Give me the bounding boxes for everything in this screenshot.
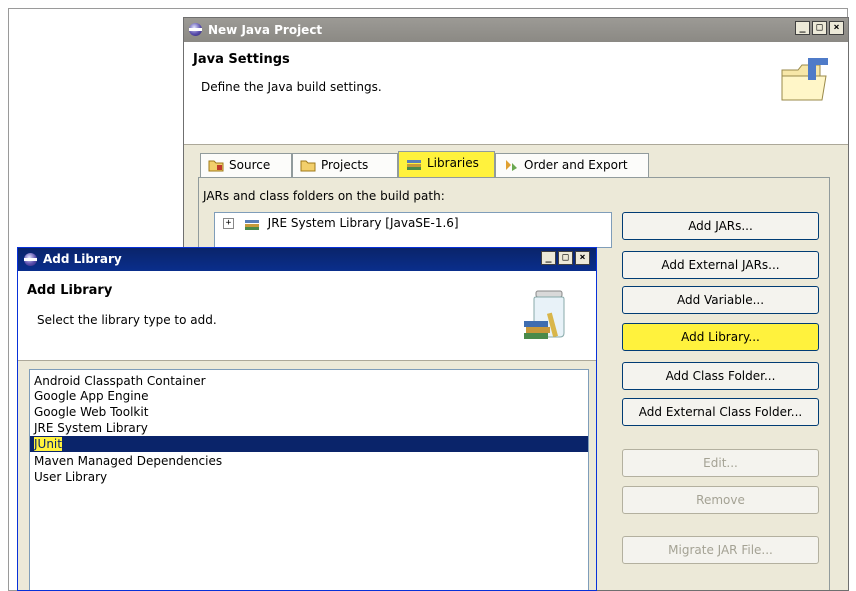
source-folder-icon [208, 160, 224, 172]
list-item[interactable]: Maven Managed Dependencies [34, 453, 588, 469]
list-item[interactable]: JRE System Library [34, 420, 588, 436]
list-item[interactable]: Android Classpath Container [34, 373, 588, 389]
library-type-list[interactable]: Android Classpath Container Google App E… [29, 369, 589, 590]
maximize-button[interactable]: □ [812, 21, 827, 35]
tab-projects[interactable]: Projects [292, 153, 398, 177]
page-title: Java Settings [193, 52, 290, 67]
dialog-description: Select the library type to add. [37, 313, 217, 327]
build-path-label: JARs and class folders on the build path… [203, 189, 445, 203]
eclipse-icon [189, 23, 202, 36]
tree-item-jre-system-library[interactable]: + JRE System Library [JavaSE-1.6] [223, 216, 459, 230]
edit-button[interactable]: Edit... [622, 449, 819, 477]
window-controls: _ □ × [541, 251, 590, 265]
maximize-button[interactable]: □ [558, 251, 573, 265]
add-jars-button[interactable]: Add JARs... [622, 212, 819, 240]
dialog-header: Add Library Select the library type to a… [18, 271, 596, 361]
java-project-folder-icon [781, 58, 828, 101]
tree-item-label: JRE System Library [JavaSE-1.6] [267, 216, 459, 230]
add-external-jars-button[interactable]: Add External JARs... [622, 251, 819, 279]
list-item[interactable]: Google App Engine [34, 388, 588, 404]
dialog-heading: Add Library [27, 283, 113, 298]
list-item[interactable]: Google Web Toolkit [34, 404, 588, 420]
library-icon [244, 219, 259, 230]
title-bar[interactable]: Add Library _ □ × [18, 248, 596, 271]
projects-folder-icon [300, 160, 316, 172]
order-export-icon [506, 160, 517, 171]
expand-toggle-icon[interactable]: + [223, 218, 234, 229]
tab-label: Projects [321, 158, 369, 172]
add-class-folder-button[interactable]: Add Class Folder... [622, 362, 819, 390]
migrate-jar-file-button[interactable]: Migrate JAR File... [622, 536, 819, 564]
list-item-label: JUnit [34, 437, 62, 451]
minimize-button[interactable]: _ [541, 251, 556, 265]
tab-label: Order and Export [524, 158, 628, 172]
minimize-button[interactable]: _ [795, 21, 810, 35]
tab-order-and-export[interactable]: Order and Export [495, 153, 649, 177]
library-jar-icon [524, 290, 565, 339]
libraries-icon [407, 160, 421, 170]
tab-label: Source [229, 158, 271, 172]
list-item-selected[interactable]: JUnit [30, 436, 588, 452]
tab-source[interactable]: Source [200, 153, 292, 177]
tab-label: Libraries [427, 156, 479, 170]
tab-libraries[interactable]: Libraries [398, 151, 495, 177]
list-item[interactable]: User Library [34, 469, 588, 485]
remove-button[interactable]: Remove [622, 486, 819, 514]
eclipse-icon [24, 253, 37, 266]
add-library-button[interactable]: Add Library... [622, 323, 819, 351]
dialog-title: Add Library [43, 252, 122, 266]
wizard-header: Java Settings Define the Java build sett… [184, 42, 848, 145]
add-variable-button[interactable]: Add Variable... [622, 286, 819, 314]
close-button[interactable]: × [575, 251, 590, 265]
window-controls: _ □ × [795, 21, 844, 35]
page-description: Define the Java build settings. [201, 80, 382, 94]
build-path-tree[interactable]: + JRE System Library [JavaSE-1.6] [214, 212, 612, 248]
title-bar[interactable]: New Java Project _ □ × [184, 18, 848, 42]
close-button[interactable]: × [829, 21, 844, 35]
window-title: New Java Project [208, 23, 323, 37]
add-external-class-folder-button[interactable]: Add External Class Folder... [622, 398, 819, 426]
add-library-dialog: Add Library _ □ × Add Library Select the… [17, 247, 597, 591]
